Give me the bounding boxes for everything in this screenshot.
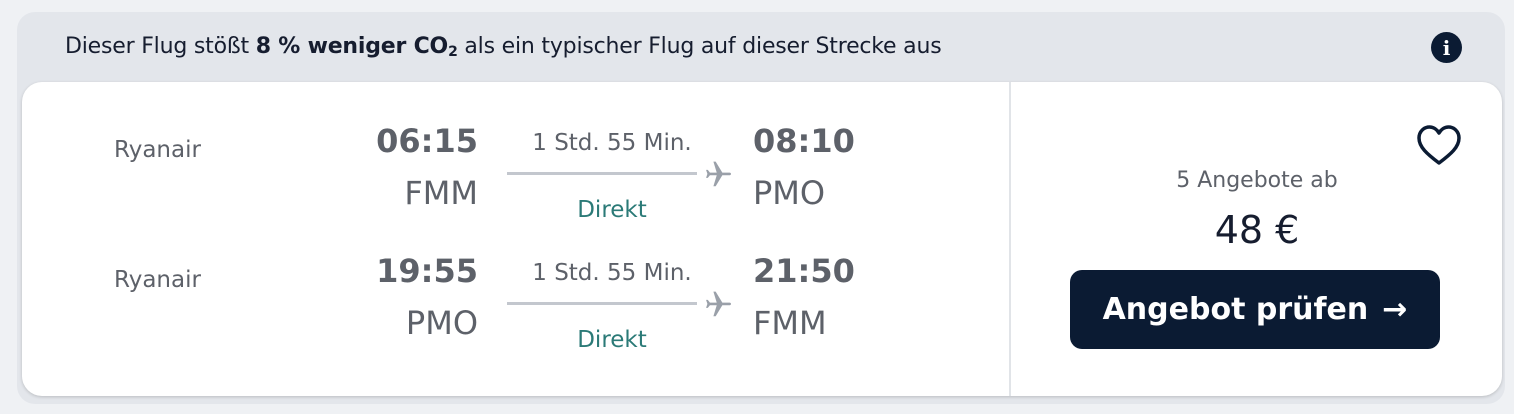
co2-subscript: 2 (448, 44, 458, 60)
route-line (507, 302, 697, 305)
route-line (507, 172, 697, 175)
flight-leg-return: Ryanair 19:55 PMO 1 Std. 55 Min. Direkt … (22, 242, 1009, 362)
arrow-right-icon: → (1382, 292, 1408, 327)
price: 48 € (1214, 208, 1300, 252)
airline-name: Ryanair (114, 267, 201, 293)
check-offer-button-label: Angebot prüfen (1102, 292, 1369, 327)
flight-duration: 1 Std. 55 Min. (532, 130, 692, 156)
stops-label: Direkt (577, 197, 647, 223)
airline-name: Ryanair (114, 137, 201, 163)
arrival-airport: FMM (753, 304, 827, 342)
departure-time: 06:15 (376, 122, 478, 160)
flight-result-card[interactable]: Ryanair 06:15 FMM 1 Std. 55 Min. Direkt … (22, 82, 1502, 396)
co2-banner-prefix: Dieser Flug stößt (65, 34, 256, 59)
offers-count-label: 5 Angebote ab (1176, 168, 1338, 193)
co2-banner-highlight: 8 % weniger CO2 (256, 34, 458, 59)
co2-percent-text: 8 % weniger CO (255, 34, 449, 59)
departure-time: 19:55 (376, 252, 478, 290)
departure-airport: FMM (404, 174, 478, 212)
co2-banner: Dieser Flug stößt 8 % weniger CO2 als ei… (65, 32, 942, 62)
stops-label: Direkt (577, 327, 647, 353)
departure-airport: PMO (405, 304, 478, 342)
flight-duration: 1 Std. 55 Min. (532, 260, 692, 286)
arrival-time: 08:10 (753, 122, 855, 160)
info-icon[interactable]: i (1431, 32, 1462, 63)
airplane-icon (706, 291, 731, 317)
flight-leg-outbound: Ryanair 06:15 FMM 1 Std. 55 Min. Direkt … (22, 112, 1009, 232)
co2-banner-suffix: als ein typischer Flug auf dieser Streck… (457, 34, 942, 59)
card-divider (1009, 82, 1011, 396)
heart-icon[interactable] (1415, 122, 1463, 170)
check-offer-button[interactable]: Angebot prüfen → (1070, 270, 1440, 349)
arrival-airport: PMO (753, 174, 826, 212)
airplane-icon (706, 161, 731, 187)
arrival-time: 21:50 (753, 252, 855, 290)
